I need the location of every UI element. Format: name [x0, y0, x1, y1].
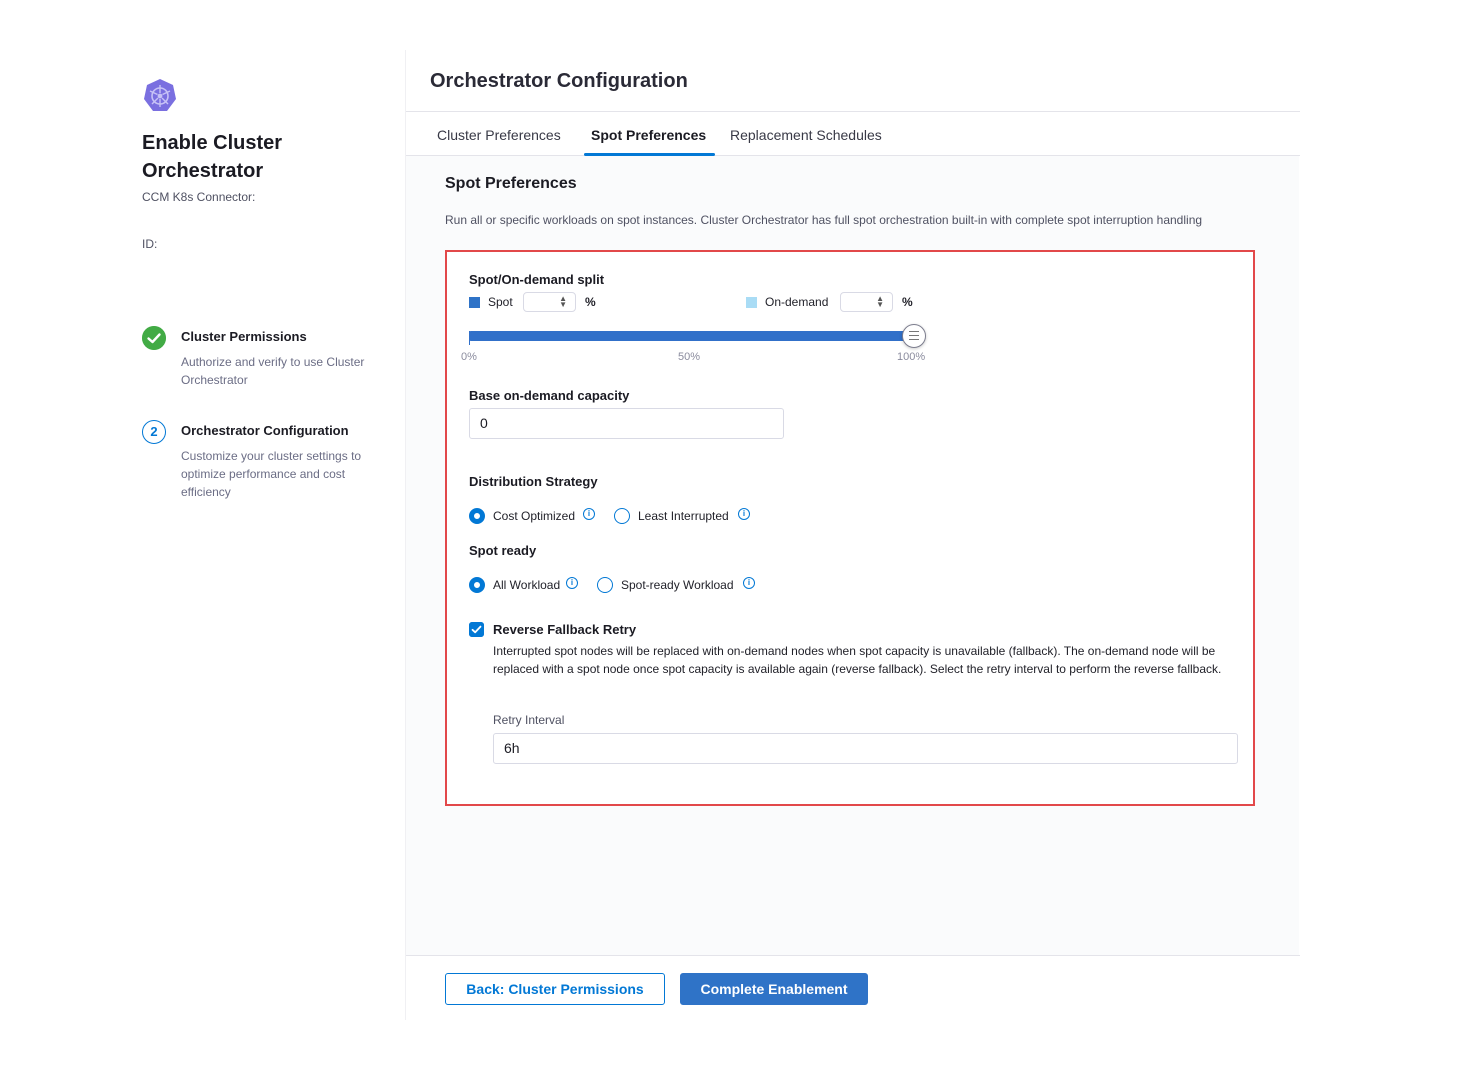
panel-title: Orchestrator Configuration [430, 70, 688, 92]
step-number-badge: 2 [142, 420, 166, 444]
tab-bar: Cluster Preferences Spot Preferences Rep… [406, 112, 1300, 156]
split-slider-track[interactable] [469, 331, 913, 341]
tab-spot-preferences[interactable]: Spot Preferences [591, 127, 706, 143]
base-capacity-input[interactable]: 0 [469, 408, 784, 439]
drag-handle-icon [909, 331, 919, 340]
section-description: Run all or specific workloads on spot in… [445, 213, 1203, 227]
spot-legend-label: Spot [488, 295, 513, 309]
back-button[interactable]: Back: Cluster Permissions [445, 973, 665, 1005]
panel-header: Orchestrator Configuration [406, 50, 1300, 112]
spot-swatch [469, 297, 480, 308]
slider-tick-label: 50% [678, 351, 701, 363]
sidebar: Enable Cluster Orchestrator CCM K8s Conn… [142, 78, 392, 499]
spot-preferences-card: Spot/On-demand split Spot ▲ ▼ % On-demand… [445, 250, 1255, 806]
tab-cluster-preferences[interactable]: Cluster Preferences [437, 127, 561, 143]
info-icon[interactable]: i [738, 508, 750, 520]
base-capacity-label: Base on-demand capacity [469, 388, 630, 403]
split-slider-handle[interactable] [902, 324, 926, 348]
active-tab-indicator [584, 153, 715, 156]
checkmark-icon [142, 326, 166, 350]
section-title: Spot Preferences [445, 175, 577, 192]
kubernetes-logo-icon [144, 79, 176, 111]
retry-interval-label: Retry Interval [493, 713, 565, 727]
main-panel: Orchestrator Configuration Cluster Prefe… [405, 50, 1300, 1020]
radio-label: Cost Optimized [493, 509, 576, 523]
reverse-fallback-label: Reverse Fallback Retry [493, 622, 637, 637]
slider-start-tick [469, 331, 470, 345]
spot-percent-input[interactable]: ▲ ▼ [523, 292, 576, 312]
reverse-fallback-description: Interrupted spot nodes will be replaced … [493, 644, 1222, 676]
footer-bar: Back: Cluster Permissions Complete Enabl… [406, 955, 1300, 1020]
ondemand-swatch [746, 297, 757, 308]
page-title: Enable Cluster Orchestrator [142, 132, 283, 182]
info-icon[interactable]: i [566, 577, 578, 589]
radio-least-interrupted[interactable] [614, 508, 630, 524]
percent-sign: % [902, 295, 913, 309]
radio-label: Least Interrupted [638, 509, 729, 523]
info-icon[interactable]: i [583, 508, 595, 520]
percent-sign: % [585, 295, 596, 309]
stepper-icon[interactable]: ▲ ▼ [559, 295, 567, 309]
info-icon[interactable]: i [743, 577, 755, 589]
radio-all-workload[interactable] [469, 577, 485, 593]
step-title: Orchestrator Configuration [181, 423, 349, 438]
distribution-strategy-label: Distribution Strategy [469, 474, 598, 489]
step-description: Authorize and verify to use Cluster Orch… [181, 355, 365, 387]
retry-interval-input[interactable]: 6h [493, 733, 1238, 764]
slider-tick-label: 0% [461, 351, 477, 363]
id-label: ID: [142, 237, 158, 251]
slider-tick-label: 100% [897, 351, 926, 363]
radio-cost-optimized[interactable] [469, 508, 485, 524]
complete-enablement-button[interactable]: Complete Enablement [680, 973, 868, 1005]
radio-label: All Workload [493, 578, 561, 592]
split-label: Spot/On-demand split [469, 272, 605, 287]
ondemand-legend-label: On-demand [765, 295, 829, 309]
reverse-fallback-checkbox[interactable] [469, 622, 484, 637]
spot-ready-label: Spot ready [469, 543, 537, 558]
step-description: Customize your cluster settings to optim… [181, 449, 362, 499]
radio-spot-ready-workload[interactable] [597, 577, 613, 593]
stepper-icon[interactable]: ▲ ▼ [876, 295, 884, 309]
connector-label: CCM K8s Connector: [142, 190, 256, 204]
tab-replacement-schedules[interactable]: Replacement Schedules [730, 127, 882, 143]
ondemand-percent-input[interactable]: ▲ ▼ [840, 292, 893, 312]
radio-label: Spot-ready Workload [621, 578, 734, 592]
step-title: Cluster Permissions [181, 329, 307, 344]
